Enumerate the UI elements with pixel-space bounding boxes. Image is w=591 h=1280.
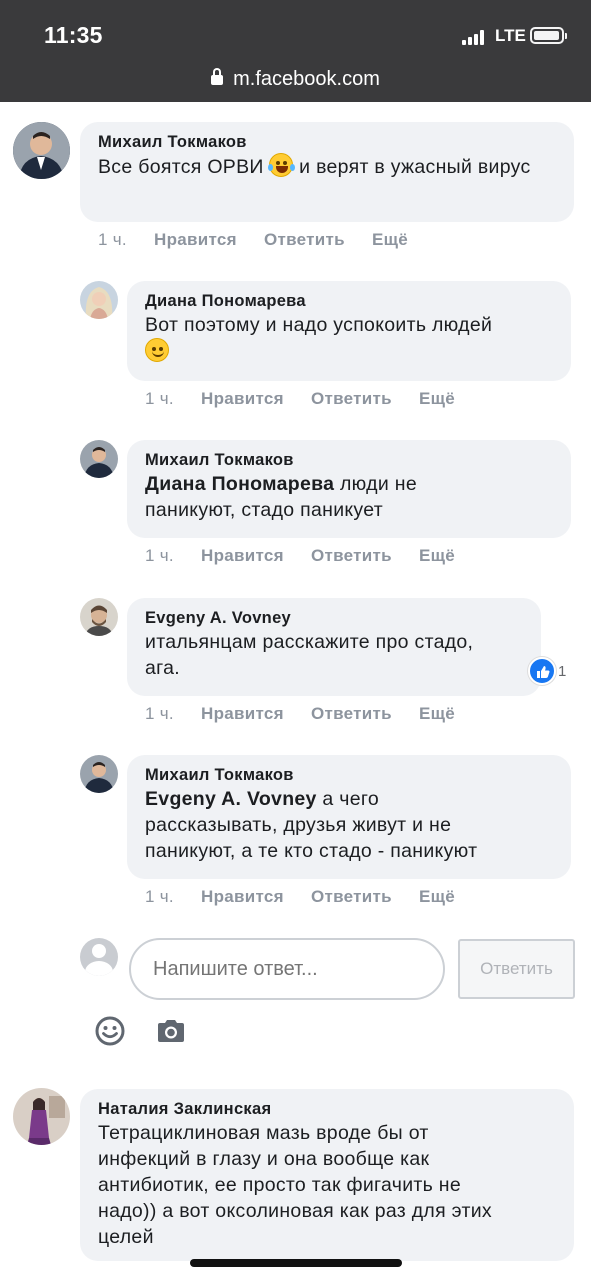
avatar[interactable] [80, 598, 118, 636]
reply-input[interactable] [129, 938, 445, 1000]
comment-text-part: целей [98, 1226, 154, 1248]
comment-text-part: а чего [322, 788, 380, 810]
avatar[interactable] [80, 440, 118, 478]
like-button[interactable]: Нравится [201, 704, 284, 723]
comment-bubble: Михаил Токмаков Evgeny A. Vovney а чего … [127, 755, 571, 879]
reply-button[interactable]: Ответить [311, 389, 392, 408]
comment-bubble: Диана Пономарева Вот поэтому и надо успо… [127, 281, 571, 381]
comment-text: Тетрациклиновая мазь вроде бы от инфекци… [98, 1120, 556, 1250]
camera-icon[interactable] [156, 1019, 186, 1043]
comment-text: итальянцам расскажите про стадо, ага. [145, 629, 523, 681]
network-label: LTE [495, 26, 526, 45]
comment-text-part: и верят в ужасный вирус [299, 156, 531, 178]
comment-actions: 1 ч. Нравится Ответить Ещё [145, 887, 477, 907]
comment-time[interactable]: 1 ч. [145, 887, 174, 906]
more-button[interactable]: Ещё [419, 704, 455, 723]
comment-time[interactable]: 1 ч. [145, 704, 174, 723]
default-avatar-icon [80, 938, 118, 976]
comment-bubble: Михаил Токмаков Диана Пономарева люди не… [127, 440, 571, 538]
like-reaction-icon[interactable] [528, 657, 556, 685]
comment-bubble: Наталия Заклинская Тетрациклиновая мазь … [80, 1089, 574, 1261]
comment-actions: 1 ч. Нравится Ответить Ещё [145, 389, 477, 409]
comment-bubble: Evgeny A. Vovney итальянцам расскажите п… [127, 598, 541, 696]
comment-time[interactable]: 1 ч. [145, 546, 174, 565]
comment-text: Все боятся ОРВИ и верят в ужасный вирус [98, 153, 556, 180]
more-button[interactable]: Ещё [419, 887, 455, 906]
comment-text-part: инфекций в глазу и она вообще как [98, 1148, 430, 1170]
comment-text: Диана Пономарева люди не паникуют, стадо… [145, 471, 553, 523]
comment-text-part: итальянцам расскажите про стадо, [145, 631, 474, 653]
signal-icon [462, 29, 488, 45]
reply-button[interactable]: Ответить [311, 546, 392, 565]
comment-text-part: паникуют, стадо паникует [145, 499, 383, 521]
submit-reply-button[interactable]: Ответить [458, 939, 575, 999]
status-time: 11:35 [44, 22, 103, 48]
comment-text-part: ага. [145, 657, 180, 679]
comment-text-part: люди не [340, 473, 417, 495]
reply-button[interactable]: Ответить [264, 230, 345, 249]
comment-author[interactable]: Михаил Токмаков [145, 764, 553, 786]
comment-author[interactable]: Наталия Заклинская [98, 1098, 556, 1120]
url-bar[interactable]: m.facebook.com [0, 68, 591, 91]
laughing-emoji-icon [268, 153, 296, 177]
reply-button[interactable]: Ответить [311, 887, 392, 906]
like-button[interactable]: Нравится [154, 230, 237, 249]
comment-text: Вот поэтому и надо успокоить людей [145, 312, 553, 365]
comment-actions: 1 ч. Нравится Ответить Ещё [98, 230, 430, 250]
avatar[interactable] [13, 122, 70, 179]
more-button[interactable]: Ещё [419, 389, 455, 408]
comment-text-part: Все боятся ОРВИ [98, 156, 264, 178]
like-button[interactable]: Нравится [201, 546, 284, 565]
like-button[interactable]: Нравится [201, 389, 284, 408]
url-text: m.facebook.com [233, 68, 380, 90]
comment-author[interactable]: Диана Пономарева [145, 290, 553, 312]
comment-text-part: паникуют, а те кто стадо - паникуют [145, 840, 478, 862]
emoji-icon[interactable] [94, 1015, 126, 1047]
comment-text: Evgeny A. Vovney а чего рассказывать, др… [145, 786, 553, 864]
comment-text-part: антибиотик, ее просто так фигачить не [98, 1174, 462, 1196]
comment-actions: 1 ч. Нравится Ответить Ещё [145, 546, 477, 566]
mention-link[interactable]: Диана Пономарева [145, 473, 334, 495]
mention-link[interactable]: Evgeny A. Vovney [145, 788, 317, 810]
avatar[interactable] [13, 1088, 70, 1145]
comment-time[interactable]: 1 ч. [145, 389, 174, 408]
comment-text-part: рассказывать, друзья живут и не [145, 814, 452, 836]
smiling-emoji-icon [145, 338, 169, 362]
home-indicator[interactable] [190, 1259, 402, 1267]
comment-text-part: надо)) а вот оксолиновая как раз для эти… [98, 1200, 492, 1222]
like-button[interactable]: Нравится [201, 887, 284, 906]
browser-header: 11:35 LTE m.facebook.com [0, 0, 591, 102]
comment-author[interactable]: Михаил Токмаков [145, 449, 553, 471]
avatar[interactable] [80, 755, 118, 793]
comment-text-part: Вот поэтому и надо успокоить людей [145, 314, 493, 336]
comment-bubble: Михаил Токмаков Все боятся ОРВИ и верят … [80, 122, 574, 222]
comment-author[interactable]: Evgeny A. Vovney [145, 607, 523, 629]
comment-actions: 1 ч. Нравится Ответить Ещё [145, 704, 477, 724]
comment-time[interactable]: 1 ч. [98, 230, 127, 249]
comment-text-part: Тетрациклиновая мазь вроде бы от [98, 1122, 429, 1144]
battery-icon [530, 27, 567, 44]
avatar[interactable] [80, 281, 118, 319]
more-button[interactable]: Ещё [372, 230, 408, 249]
lock-icon [211, 68, 224, 85]
reply-button[interactable]: Ответить [311, 704, 392, 723]
reaction-count: 1 [558, 663, 567, 680]
comment-author[interactable]: Михаил Токмаков [98, 131, 556, 153]
more-button[interactable]: Ещё [419, 546, 455, 565]
